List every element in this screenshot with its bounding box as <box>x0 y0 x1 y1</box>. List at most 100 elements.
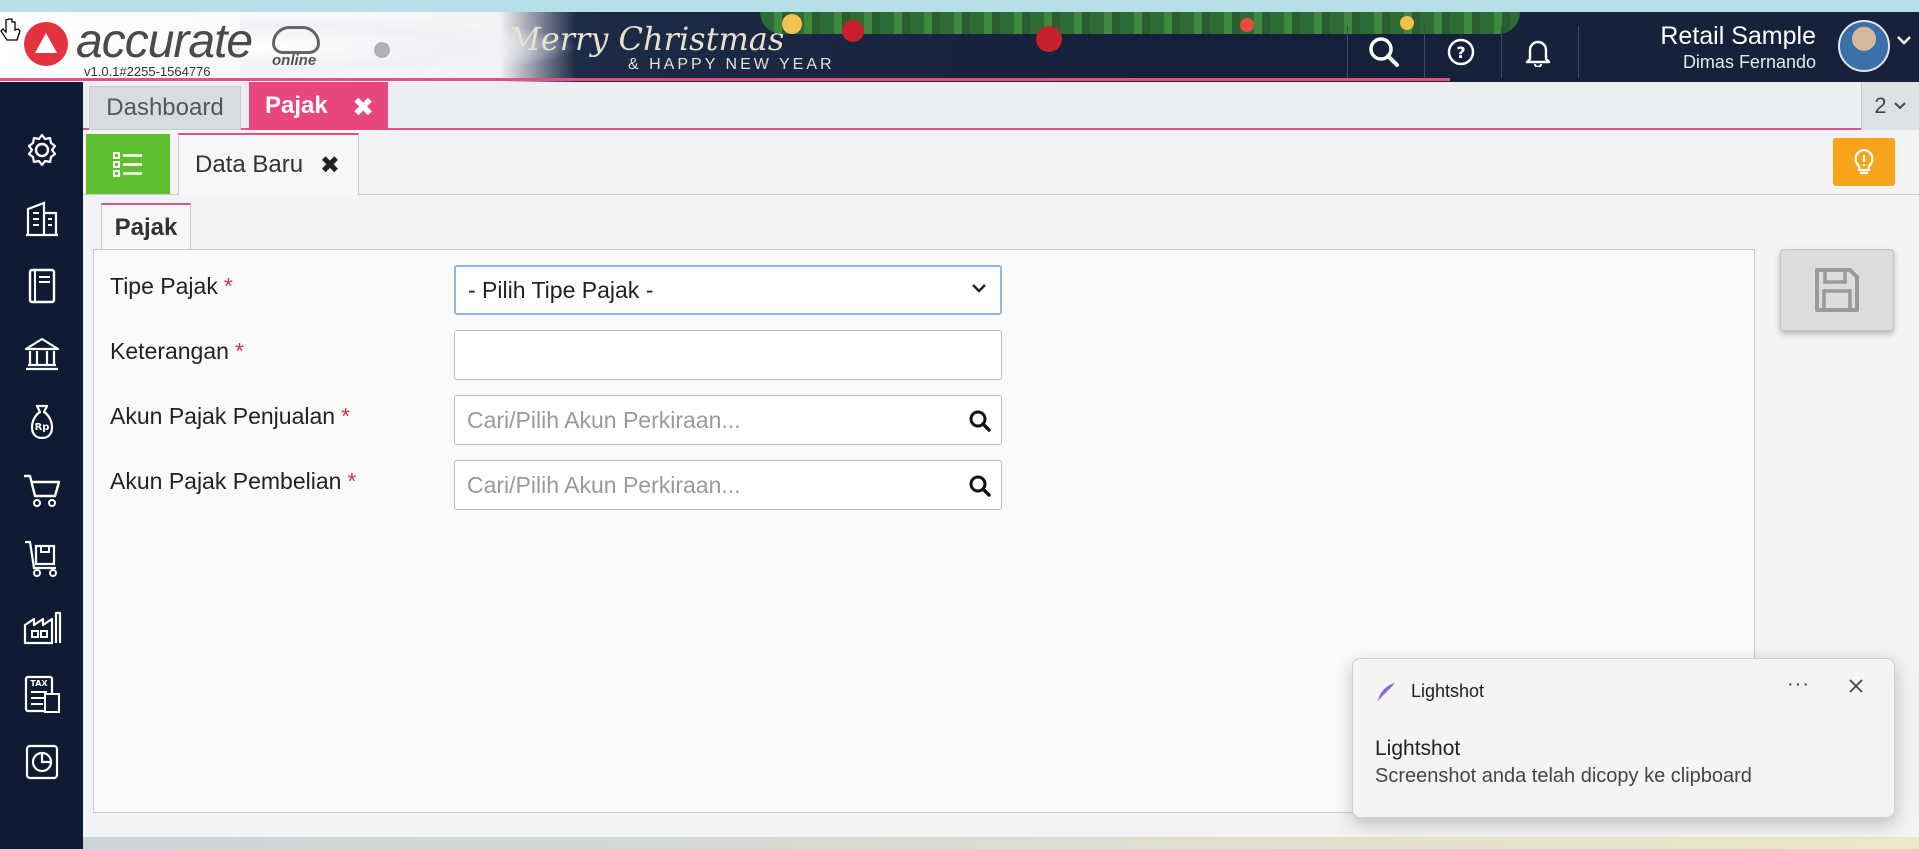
bottom-strip <box>83 837 1919 849</box>
tab-pajak[interactable]: Pajak ✖ <box>249 82 388 130</box>
tab-pajak-label: Pajak <box>265 92 328 119</box>
akun-penjualan-placeholder: Cari/Pilih Akun Perkiraan... <box>467 406 741 433</box>
list-view-button[interactable] <box>86 134 170 194</box>
required-mark: * <box>223 273 233 299</box>
sidebar-item-reports[interactable] <box>0 732 83 792</box>
keterangan-input[interactable] <box>454 330 1002 380</box>
close-icon[interactable]: ✖ <box>320 151 340 180</box>
label-text: Akun Pajak Pembelian <box>110 468 342 494</box>
search-button[interactable] <box>1347 26 1419 78</box>
svg-text:?: ? <box>1456 43 1465 62</box>
close-icon[interactable] <box>1847 677 1865 695</box>
tipe-pajak-value: - Pilih Tipe Pajak - <box>468 276 654 303</box>
feather-icon <box>1378 683 1395 701</box>
label-tipe-pajak: Tipe Pajak * <box>110 273 233 300</box>
toast-body: Screenshot anda telah dicopy ke clipboar… <box>1375 765 1752 787</box>
ornament-icon <box>1240 18 1254 32</box>
sidebar-item-sales[interactable] <box>0 460 83 520</box>
logo-icon[interactable] <box>24 22 68 66</box>
sidebar-item-company[interactable] <box>0 188 83 248</box>
user-area <box>1578 26 1580 78</box>
lightbulb-icon <box>1854 148 1874 175</box>
user-name[interactable]: Dimas Fernando <box>1683 52 1816 73</box>
tab-count: 2 <box>1874 93 1887 118</box>
help-icon: ? <box>1447 38 1474 66</box>
close-icon[interactable]: ✖ <box>352 92 374 123</box>
sidebar: Rp TAX <box>0 82 83 849</box>
toast-app-name: Lightshot <box>1411 681 1485 701</box>
christmas-banner: Merry Christmas & HAPPY NEW YEAR <box>508 20 832 73</box>
ornament-icon <box>842 20 864 42</box>
tab-count-dropdown[interactable]: 2 <box>1861 82 1919 130</box>
toast-title: Lightshot <box>1375 737 1461 760</box>
building-icon <box>25 201 58 237</box>
version-label: v1.0.1#2255-1564776 <box>84 64 211 79</box>
cart-icon <box>23 474 60 507</box>
warehouse-icon <box>23 611 61 645</box>
svg-text:Rp: Rp <box>34 422 49 433</box>
save-button[interactable] <box>1780 249 1894 331</box>
tab-dashboard[interactable]: Dashboard <box>89 86 241 130</box>
dot-icon <box>374 42 390 58</box>
lightshot-notification[interactable]: Lightshot ··· Lightshot Screenshot anda … <box>1352 658 1895 818</box>
sidebar-item-inventory[interactable] <box>0 596 83 656</box>
tax-icon: TAX <box>24 675 60 713</box>
tab-pajak-section[interactable]: Pajak <box>101 203 191 251</box>
top-strip <box>0 0 1919 12</box>
required-mark: * <box>347 468 357 494</box>
notification-button[interactable] <box>1501 26 1573 78</box>
chevron-down-icon[interactable] <box>1896 34 1912 46</box>
purchase-cart-icon <box>24 540 57 577</box>
ornament-icon <box>782 14 802 34</box>
search-icon[interactable] <box>967 473 993 499</box>
bell-icon <box>1525 40 1550 67</box>
chevron-down-icon <box>972 284 986 293</box>
tipe-pajak-select[interactable]: - Pilih Tipe Pajak - <box>454 265 1002 315</box>
search-icon <box>1368 37 1399 67</box>
sidebar-item-purchase[interactable] <box>0 528 83 588</box>
label-keterangan: Keterangan * <box>110 338 244 365</box>
save-icon <box>1815 268 1859 312</box>
company-name[interactable]: Retail Sample <box>1660 22 1816 51</box>
report-icon <box>25 744 58 780</box>
akun-pajak-pembelian-search[interactable]: Cari/Pilih Akun Perkiraan... <box>454 460 1002 510</box>
app-header: accurate online v1.0.1#2255-1564776 Merr… <box>0 12 1919 82</box>
avatar[interactable] <box>1838 20 1890 72</box>
book-icon <box>28 268 55 304</box>
cloud-icon <box>272 26 320 54</box>
required-mark: * <box>234 338 244 364</box>
sidebar-item-settings[interactable] <box>0 120 83 180</box>
logo-text: accurate <box>76 15 253 68</box>
header-underline <box>0 78 1450 81</box>
banner-line1: Merry Christmas <box>508 20 785 58</box>
required-mark: * <box>341 403 351 429</box>
sidebar-item-tax[interactable]: TAX <box>0 664 83 724</box>
label-akun-pajak-pembelian: Akun Pajak Pembelian * <box>110 468 356 495</box>
hand-cursor-icon <box>0 18 21 41</box>
akun-pajak-penjualan-search[interactable]: Cari/Pilih Akun Perkiraan... <box>454 395 1002 445</box>
tab-data-baru-label: Data Baru <box>195 151 304 178</box>
gear-icon <box>27 133 56 167</box>
more-options-button[interactable]: ··· <box>1787 673 1810 696</box>
sidebar-item-bank[interactable] <box>0 324 83 384</box>
module-tabs: Dashboard Pajak ✖ 2 <box>83 82 1919 130</box>
logo-online: online <box>272 52 317 69</box>
help-button[interactable]: ? <box>1424 26 1496 78</box>
chevron-down-icon <box>1893 102 1906 110</box>
list-icon <box>113 152 142 177</box>
bank-icon <box>24 337 59 371</box>
svg-text:TAX: TAX <box>30 679 48 688</box>
search-icon[interactable] <box>967 408 993 434</box>
sidebar-item-finance[interactable]: Rp <box>0 392 83 452</box>
banner-line2: & HAPPY NEW YEAR <box>628 56 835 73</box>
money-bag-icon: Rp <box>30 404 53 440</box>
label-text: Keterangan <box>110 338 229 364</box>
tips-button[interactable] <box>1833 138 1895 186</box>
label-akun-pajak-penjualan: Akun Pajak Penjualan * <box>110 403 350 430</box>
akun-pembelian-placeholder: Cari/Pilih Akun Perkiraan... <box>467 471 741 498</box>
tab-data-baru[interactable]: Data Baru ✖ <box>178 133 359 195</box>
label-text: Tipe Pajak <box>110 273 218 299</box>
sidebar-item-ledger[interactable] <box>0 256 83 316</box>
label-text: Akun Pajak Penjualan <box>110 403 336 429</box>
ornament-icon <box>1036 26 1062 52</box>
